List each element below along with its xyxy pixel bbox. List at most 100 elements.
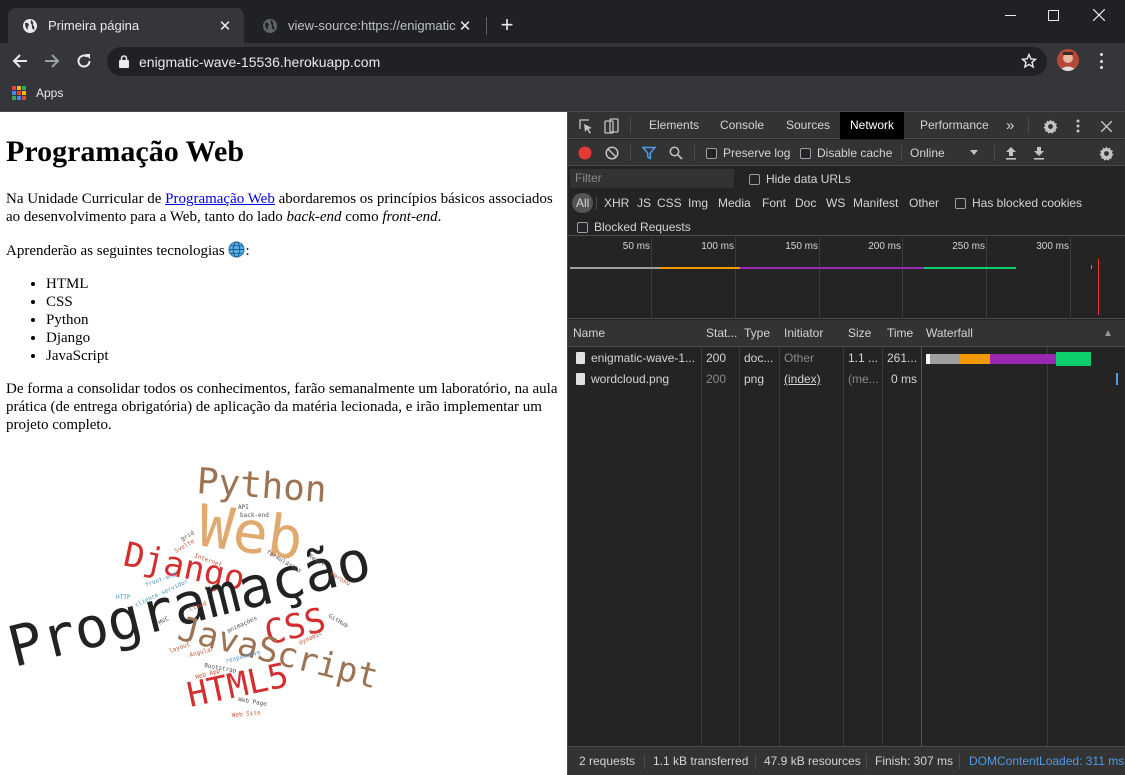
- kebab-icon: [1076, 119, 1080, 133]
- clear-icon: [605, 146, 619, 160]
- globe-icon: [263, 18, 277, 33]
- filter-type-xhr[interactable]: XHR: [602, 193, 631, 213]
- divider: [1028, 117, 1029, 134]
- devtools-panel: Elements Console Sources Network Perform…: [567, 112, 1125, 775]
- request-initiator-link[interactable]: (index): [779, 369, 843, 390]
- column-size[interactable]: Size: [843, 320, 882, 347]
- settings-button[interactable]: [1042, 118, 1058, 134]
- table-row[interactable]: wordcloud.png 200 png (index) (me... 0 m…: [568, 369, 1125, 390]
- tab-console[interactable]: Console: [710, 112, 774, 139]
- filter-type-media[interactable]: Media: [716, 193, 753, 213]
- globe-emoji-icon: [228, 241, 245, 258]
- filter-type-font[interactable]: Font: [760, 193, 788, 213]
- close-icon: [1093, 9, 1105, 21]
- overview-dns-bar: [660, 267, 740, 269]
- divider: [630, 117, 631, 134]
- close-devtools-button[interactable]: [1098, 118, 1114, 134]
- request-table: Name Stat... Type Initiator Size Time Wa…: [568, 320, 1125, 746]
- hide-data-urls-checkbox[interactable]: Hide data URLs: [749, 172, 851, 186]
- filter-type-other[interactable]: Other: [907, 193, 941, 213]
- more-tabs-button[interactable]: »: [996, 112, 1024, 139]
- column-name[interactable]: Name: [568, 320, 701, 347]
- close-window-button[interactable]: [1076, 0, 1122, 30]
- list-item: CSS: [46, 293, 561, 311]
- filter-type-manifest[interactable]: Manifest: [851, 193, 900, 213]
- sort-ascending-icon[interactable]: ▲: [1098, 320, 1118, 347]
- filter-type-js[interactable]: JS: [635, 193, 653, 213]
- export-har-button[interactable]: [1031, 145, 1047, 161]
- filter-input[interactable]: Filter: [570, 169, 734, 188]
- filter-type-ws[interactable]: WS: [824, 193, 847, 213]
- new-tab-button[interactable]: +: [496, 14, 518, 36]
- star-icon[interactable]: [1021, 53, 1037, 69]
- column-time[interactable]: Time: [882, 320, 921, 347]
- throttling-select[interactable]: Online: [910, 146, 982, 160]
- column-initiator[interactable]: Initiator: [779, 320, 843, 347]
- network-status-bar: 2 requests 1.1 kB transferred 47.9 kB re…: [568, 746, 1125, 775]
- document-icon: [576, 352, 585, 364]
- request-status: 200: [706, 351, 727, 365]
- tab-elements[interactable]: Elements: [639, 112, 709, 139]
- clear-button[interactable]: [604, 145, 620, 161]
- address-bar[interactable]: enigmatic-wave-15536.herokuapp.com: [107, 47, 1047, 76]
- programacao-web-link[interactable]: Programação Web: [165, 191, 275, 207]
- import-har-button[interactable]: [1003, 145, 1019, 161]
- devtools-menu-button[interactable]: [1072, 118, 1084, 134]
- column-waterfall[interactable]: Waterfall: [921, 320, 1081, 347]
- has-blocked-cookies-checkbox[interactable]: Has blocked cookies: [955, 196, 1082, 210]
- tab-primeira-pagina[interactable]: Primeira página ✕: [8, 8, 244, 43]
- filter-type-css[interactable]: CSS: [655, 193, 684, 213]
- record-button[interactable]: [577, 145, 593, 161]
- close-icon[interactable]: ✕: [216, 17, 234, 35]
- technologies-intro: Aprenderão as seguintes tecnologias :: [6, 241, 250, 259]
- web-page: Programação Web Na Unidade Curricular de…: [0, 112, 567, 775]
- gear-icon: [1042, 118, 1058, 134]
- filter-toggle-button[interactable]: [641, 145, 657, 161]
- tick-label: 150 ms: [785, 241, 818, 252]
- chrome-menu-button[interactable]: [1093, 51, 1109, 71]
- back-button[interactable]: [8, 49, 32, 73]
- table-row[interactable]: enigmatic-wave-1... 200 doc... Other 1.1…: [568, 348, 1125, 369]
- tab-network[interactable]: Network: [840, 112, 905, 139]
- disable-cache-checkbox[interactable]: Disable cache: [800, 146, 892, 160]
- blocked-requests-label: Blocked Requests: [594, 220, 691, 234]
- lock-icon: [119, 55, 129, 68]
- page-title: Programação Web: [6, 135, 245, 168]
- search-icon: [669, 146, 683, 160]
- tab-sources[interactable]: Sources: [776, 112, 840, 139]
- column-status[interactable]: Stat...: [701, 320, 739, 347]
- filter-type-img[interactable]: Img: [686, 193, 710, 213]
- network-settings-button[interactable]: [1098, 145, 1114, 161]
- filter-type-all[interactable]: All: [572, 193, 594, 213]
- waterfall-cache-bar: [1116, 373, 1118, 385]
- maximize-button[interactable]: [1030, 0, 1076, 30]
- filter-type-doc[interactable]: Doc: [793, 193, 818, 213]
- word-http: HTTP: [116, 594, 131, 601]
- tab-title: view-source:https://enigmatic-wa: [288, 18, 456, 33]
- device-toolbar-button[interactable]: [603, 117, 619, 134]
- reload-button[interactable]: [72, 49, 96, 73]
- download-icon: [1034, 147, 1044, 160]
- browser-toolbar: enigmatic-wave-15536.herokuapp.com: [0, 43, 1125, 79]
- minimize-button[interactable]: [987, 0, 1033, 30]
- list-item: JavaScript: [46, 347, 561, 365]
- close-icon[interactable]: ✕: [456, 17, 474, 35]
- inspect-element-button[interactable]: [578, 118, 594, 134]
- avatar[interactable]: [1057, 49, 1079, 71]
- overview-waiting-bar: [570, 267, 660, 269]
- divider: [901, 145, 902, 161]
- preserve-log-checkbox[interactable]: Preserve log: [706, 146, 790, 160]
- apps-label: Apps: [36, 86, 64, 100]
- chevron-down-icon: [970, 150, 978, 155]
- arrow-left-icon: [12, 54, 27, 68]
- tab-performance[interactable]: Performance: [910, 112, 999, 139]
- tab-view-source[interactable]: view-source:https://enigmatic-wa ✕: [248, 8, 484, 43]
- word-html5: HTML5: [184, 655, 292, 715]
- column-type[interactable]: Type: [739, 320, 779, 347]
- blocked-requests-checkbox[interactable]: Blocked Requests: [577, 220, 691, 234]
- forward-button[interactable]: [40, 49, 64, 73]
- resources-size: 47.9 kB resources: [764, 754, 861, 768]
- table-header: Name Stat... Type Initiator Size Time Wa…: [568, 320, 1125, 347]
- apps-shortcut[interactable]: Apps: [12, 86, 63, 100]
- search-button[interactable]: [668, 145, 684, 161]
